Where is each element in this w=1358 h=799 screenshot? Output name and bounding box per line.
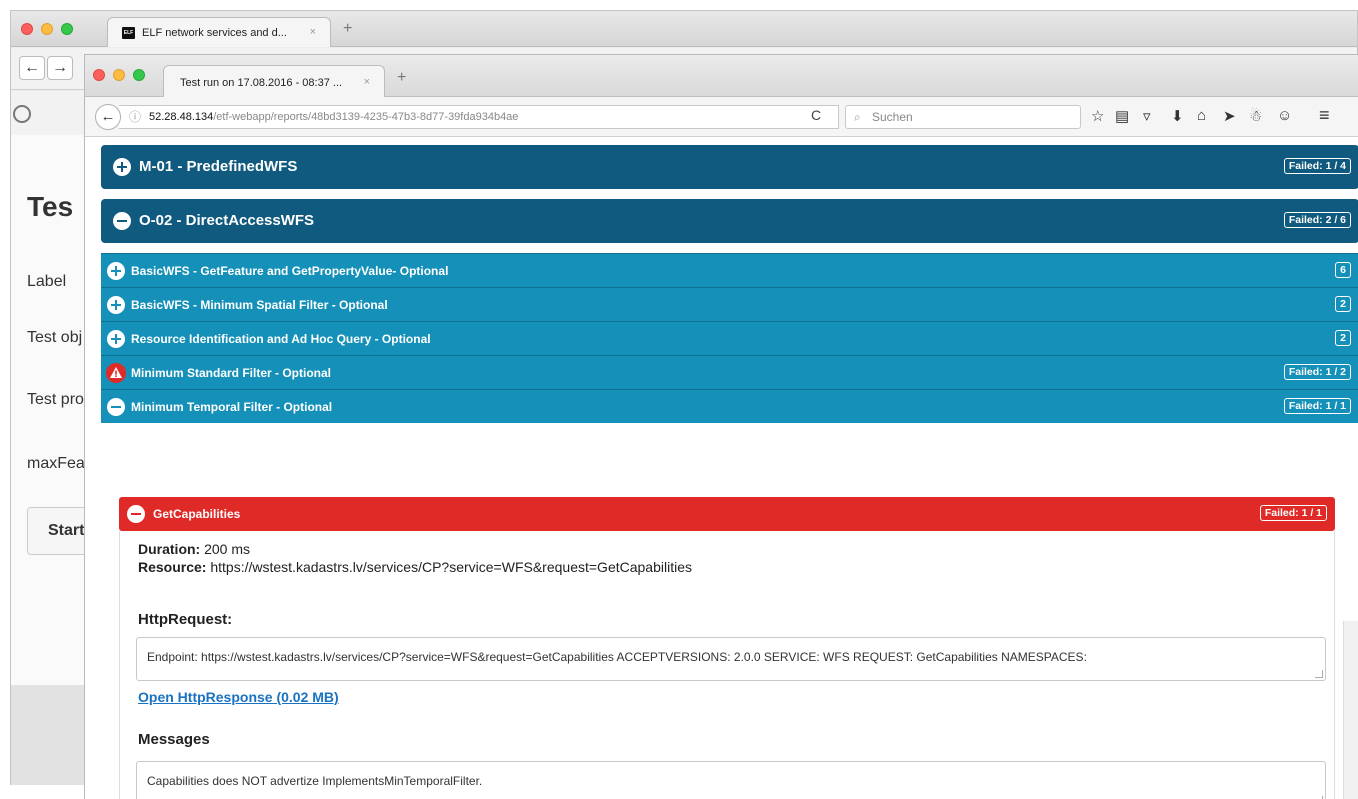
duration-line: Duration: 200 ms	[138, 541, 250, 557]
collapse-minus-icon[interactable]	[127, 505, 145, 523]
background-page-heading: Tes	[27, 191, 74, 222]
test-step-details: Duration: 200 ms Resource: https://wstes…	[119, 531, 1335, 799]
minimize-window-dot[interactable]	[113, 69, 125, 81]
expand-plus-icon[interactable]	[107, 330, 125, 348]
url-path: /etf-webapp/reports/48bd3139-4235-47b3-8…	[213, 111, 519, 123]
test-project-label: Test pro	[27, 391, 84, 408]
http-request-textarea[interactable]: Endpoint: https://wstest.kadastrs.lv/ser…	[136, 637, 1326, 681]
resource-line: Resource: https://wstest.kadastrs.lv/ser…	[138, 559, 692, 575]
count-badge: 2	[1335, 330, 1351, 346]
close-window-dot[interactable]	[93, 69, 105, 81]
module-title: M-01 - PredefinedWFS	[139, 158, 298, 175]
test-case-title: Minimum Temporal Filter - Optional	[131, 400, 333, 414]
collapse-minus-icon[interactable]	[107, 398, 125, 416]
expand-plus-icon[interactable]	[107, 262, 125, 280]
status-badge: Failed: 2 / 6	[1283, 212, 1351, 228]
module-header-m01[interactable]: M-01 - PredefinedWFS Failed: 1 / 4	[101, 145, 1358, 189]
resize-handle-icon[interactable]	[1315, 670, 1323, 678]
pocket-icon[interactable]: ▿	[1143, 107, 1151, 125]
front-browser-window: Test run on 17.08.2016 - 08:37 ... × + ⓘ…	[84, 54, 1358, 799]
url-bar[interactable]: ⓘ 52.28.48.134/etf-webapp/reports/48bd31…	[119, 105, 839, 129]
test-step-getcapabilities[interactable]: GetCapabilities Failed: 1 / 1	[119, 497, 1335, 531]
status-badge: Failed: 1 / 4	[1283, 158, 1351, 174]
background-titlebar: ELF ELF network services and d... × +	[11, 11, 1357, 47]
close-window-dot[interactable]	[21, 23, 33, 35]
send-icon[interactable]: ➤	[1223, 107, 1236, 125]
url-host: 52.28.48.134	[149, 111, 214, 123]
forward-arrow-icon[interactable]: →	[47, 56, 73, 80]
count-badge: 2	[1335, 296, 1351, 312]
mic-icon[interactable]: ☃	[1249, 107, 1262, 125]
navigation-toolbar: ⓘ 52.28.48.134/etf-webapp/reports/48bd31…	[85, 97, 1358, 137]
max-features-label: maxFea	[27, 455, 85, 472]
home-icon[interactable]: ⌂	[1197, 107, 1206, 124]
messages-textarea[interactable]: Capabilities does NOT advertize Implemen…	[136, 761, 1326, 799]
test-case-getfeature[interactable]: BasicWFS - GetFeature and GetPropertyVal…	[101, 253, 1358, 287]
test-case-standard-filter[interactable]: Minimum Standard Filter - Optional Faile…	[101, 355, 1358, 389]
resource-label: Resource:	[138, 559, 207, 575]
maximize-window-dot[interactable]	[133, 69, 145, 81]
test-case-title: BasicWFS - GetFeature and GetPropertyVal…	[131, 264, 449, 278]
close-tab-icon[interactable]: ×	[310, 26, 316, 38]
info-icon[interactable]: ⓘ	[129, 106, 141, 128]
status-badge: Failed: 1 / 2	[1283, 364, 1351, 380]
vertical-scrollbar[interactable]	[1343, 621, 1358, 799]
active-tab-title: Test run on 17.08.2016 - 08:37 ...	[180, 77, 343, 89]
expand-plus-icon[interactable]	[113, 158, 131, 176]
new-tab-plus-icon[interactable]: +	[343, 20, 352, 38]
search-placeholder: Suchen	[872, 110, 913, 124]
bookmark-star-icon[interactable]: ☆	[1091, 107, 1104, 125]
front-titlebar: Test run on 17.08.2016 - 08:37 ... × +	[85, 55, 1358, 97]
report-content: M-01 - PredefinedWFS Failed: 1 / 4 O-02 …	[99, 145, 1358, 799]
count-badge: 6	[1335, 262, 1351, 278]
warning-icon[interactable]	[106, 363, 126, 383]
open-http-response-link[interactable]: Open HttpResponse (0.02 MB)	[138, 689, 339, 705]
test-case-temporal-filter[interactable]: Minimum Temporal Filter - Optional Faile…	[101, 389, 1358, 423]
test-case-spatial-filter[interactable]: BasicWFS - Minimum Spatial Filter - Opti…	[101, 287, 1358, 321]
elf-favicon-icon: ELF	[122, 27, 135, 39]
duration-label: Duration:	[138, 541, 201, 557]
reload-icon[interactable]: C	[811, 107, 821, 123]
messages-text: Capabilities does NOT advertize Implemen…	[147, 774, 483, 788]
label-field-label: Label	[27, 273, 67, 290]
new-tab-plus-icon[interactable]: +	[397, 69, 406, 87]
active-tab[interactable]: Test run on 17.08.2016 - 08:37 ... ×	[163, 65, 385, 97]
back-arrow-icon[interactable]: ←	[95, 104, 121, 130]
expand-plus-icon[interactable]	[107, 296, 125, 314]
test-case-title: BasicWFS - Minimum Spatial Filter - Opti…	[131, 298, 388, 312]
http-request-heading: HttpRequest:	[138, 611, 233, 628]
close-tab-icon[interactable]: ×	[364, 76, 370, 88]
resource-value: https://wstest.kadastrs.lv/services/CP?s…	[210, 559, 692, 575]
maximize-window-dot[interactable]	[61, 23, 73, 35]
collapse-minus-icon[interactable]	[113, 212, 131, 230]
search-input[interactable]: ⌕ Suchen	[845, 105, 1081, 129]
test-step-title: GetCapabilities	[153, 507, 241, 521]
duration-value: 200 ms	[204, 541, 251, 557]
minimize-window-dot[interactable]	[41, 23, 53, 35]
search-icon: ⌕	[854, 110, 861, 124]
http-request-text: Endpoint: https://wstest.kadastrs.lv/ser…	[147, 650, 1087, 664]
test-object-label: Test obj	[27, 329, 83, 346]
reading-list-icon[interactable]: ▤	[1115, 107, 1129, 125]
status-badge: Failed: 1 / 1	[1259, 505, 1327, 521]
back-arrow-icon[interactable]: ←	[19, 56, 45, 80]
status-badge: Failed: 1 / 1	[1283, 398, 1351, 414]
hamburger-menu-icon[interactable]: ≡	[1319, 105, 1330, 126]
smiley-icon[interactable]: ☺	[1277, 107, 1292, 124]
module-header-o02[interactable]: O-02 - DirectAccessWFS Failed: 2 / 6	[101, 199, 1358, 243]
module-title: O-02 - DirectAccessWFS	[139, 212, 315, 229]
test-case-title: Minimum Standard Filter - Optional	[131, 366, 332, 380]
test-case-title: Resource Identification and Ad Hoc Query…	[131, 332, 431, 346]
messages-heading: Messages	[138, 731, 210, 748]
reader-menu-icon[interactable]	[13, 105, 31, 123]
background-tab-title: ELF network services and d...	[142, 27, 287, 39]
background-tab[interactable]: ELF ELF network services and d... ×	[107, 17, 331, 47]
download-icon[interactable]: ⬇	[1171, 107, 1184, 125]
test-case-resource-identification[interactable]: Resource Identification and Ad Hoc Query…	[101, 321, 1358, 355]
